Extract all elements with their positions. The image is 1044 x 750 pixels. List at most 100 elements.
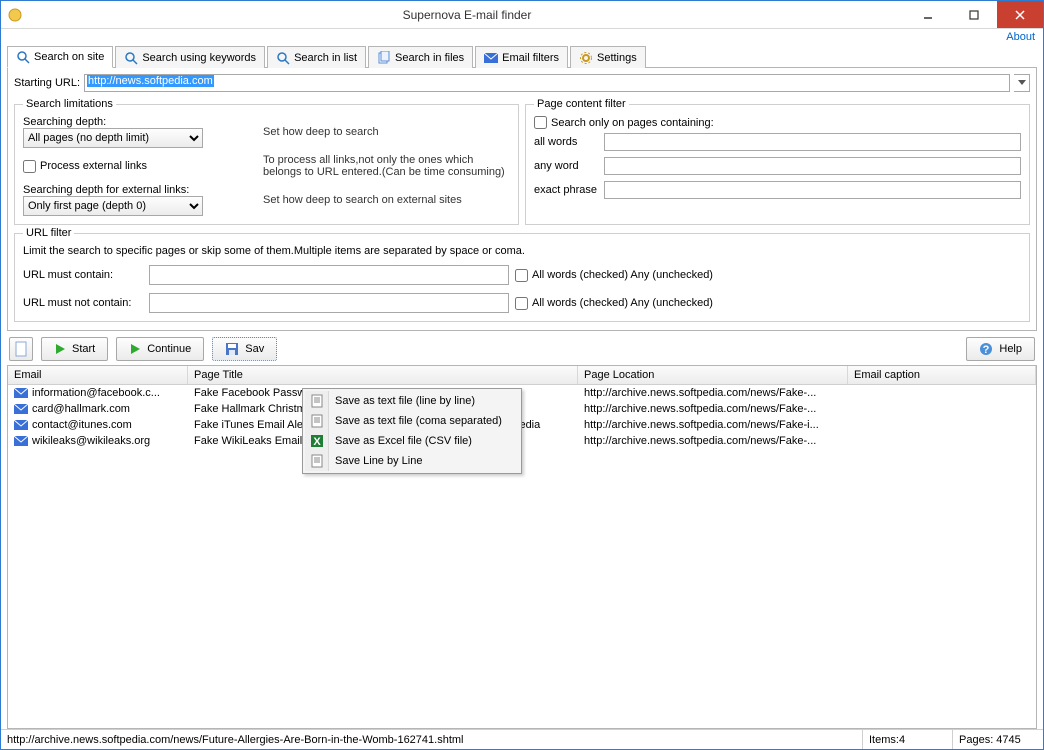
- tab-search-in-files[interactable]: Search in files: [368, 46, 473, 68]
- url-must-not-contain-mode[interactable]: All words (checked) Any (unchecked): [515, 297, 713, 310]
- mail-icon: [14, 436, 28, 446]
- cell-email: contact@itunes.com: [32, 419, 132, 431]
- titlebar: Supernova E-mail finder: [1, 1, 1043, 29]
- all-words-input[interactable]: [604, 133, 1021, 151]
- close-button[interactable]: [997, 1, 1043, 28]
- search-icon: [16, 50, 30, 64]
- column-email[interactable]: Email: [8, 366, 188, 384]
- column-page-title[interactable]: Page Title: [188, 366, 578, 384]
- starting-url-dropdown[interactable]: [1014, 74, 1030, 92]
- table-row[interactable]: wikileaks@wikileaks.orgFake WikiLeaks Em…: [8, 433, 1036, 449]
- url-must-not-contain-label: URL must not contain:: [23, 297, 143, 309]
- tab-label: Email filters: [502, 52, 559, 64]
- svg-text:?: ?: [983, 344, 990, 356]
- all-words-label: all words: [534, 136, 604, 148]
- url-must-not-contain-input[interactable]: [149, 293, 509, 313]
- search-icon: [124, 51, 138, 65]
- save-menu-item-text-comma[interactable]: Save as text file (coma separated): [305, 411, 519, 431]
- url-must-not-contain-mode-input[interactable]: [515, 297, 528, 310]
- external-depth-select[interactable]: Only first page (depth 0): [23, 196, 203, 216]
- continue-button[interactable]: Continue: [116, 337, 204, 361]
- search-limitations-group: Search limitations Searching depth: All …: [14, 98, 519, 225]
- tab-settings[interactable]: Settings: [570, 46, 646, 68]
- tab-label: Settings: [597, 52, 637, 64]
- tab-search-on-site[interactable]: Search on site: [7, 46, 113, 68]
- depth-hint: Set how deep to search: [263, 126, 510, 138]
- tab-label: Search in list: [294, 52, 357, 64]
- exact-phrase-input[interactable]: [604, 181, 1021, 199]
- save-menu-item-text-lines[interactable]: Save as text file (line by line): [305, 391, 519, 411]
- url-filter-desc: Limit the search to specific pages or sk…: [23, 245, 1021, 257]
- mail-icon: [14, 420, 28, 430]
- save-menu-item-excel[interactable]: X Save as Excel file (CSV file): [305, 431, 519, 451]
- play-icon: [54, 343, 66, 355]
- search-icon: [276, 51, 290, 65]
- any-word-input[interactable]: [604, 157, 1021, 175]
- toolbar: Start Continue Sav ? Help: [7, 331, 1037, 365]
- process-external-checkbox[interactable]: Process external links: [23, 160, 243, 173]
- search-only-checkbox[interactable]: Search only on pages containing:: [534, 116, 1021, 129]
- minimize-button[interactable]: [905, 1, 951, 28]
- status-path: http://archive.news.softpedia.com/news/F…: [1, 730, 863, 749]
- cell-email: wikileaks@wikileaks.org: [32, 435, 150, 447]
- save-button[interactable]: Sav: [212, 337, 277, 361]
- depth-label: Searching depth:: [23, 116, 243, 128]
- app-icon: [7, 7, 23, 23]
- search-only-input[interactable]: [534, 116, 547, 129]
- tab-search-in-list[interactable]: Search in list: [267, 46, 366, 68]
- tab-search-keywords[interactable]: Search using keywords: [115, 46, 265, 68]
- table-row[interactable]: information@facebook.c...Fake Facebook P…: [8, 385, 1036, 401]
- cell-location: http://archive.news.softpedia.com/news/F…: [578, 435, 848, 447]
- url-filter-legend: URL filter: [23, 227, 74, 239]
- new-button[interactable]: [9, 337, 33, 361]
- cell-email: card@hallmark.com: [32, 403, 130, 415]
- url-must-contain-mode-input[interactable]: [515, 269, 528, 282]
- cell-email: information@facebook.c...: [32, 387, 160, 399]
- save-menu-item-line-by-line[interactable]: Save Line by Line: [305, 451, 519, 471]
- external-depth-label: Searching depth for external links:: [23, 184, 243, 196]
- maximize-button[interactable]: [951, 1, 997, 28]
- text-file-icon: [309, 413, 325, 429]
- gear-icon: [579, 51, 593, 65]
- search-only-label: Search only on pages containing:: [551, 117, 714, 129]
- status-items: Items:4: [863, 730, 953, 749]
- tab-label: Search using keywords: [142, 52, 256, 64]
- cell-location: http://archive.news.softpedia.com/news/F…: [578, 419, 848, 431]
- mail-icon: [14, 388, 28, 398]
- window-title: Supernova E-mail finder: [29, 8, 905, 22]
- status-bar: http://archive.news.softpedia.com/news/F…: [1, 729, 1043, 749]
- files-icon: [377, 51, 391, 65]
- depth-select[interactable]: All pages (no depth limit): [23, 128, 203, 148]
- column-page-location[interactable]: Page Location: [578, 366, 848, 384]
- tab-panel: Starting URL: http://news.softpedia.com …: [7, 68, 1037, 331]
- status-pages: Pages: 4745: [953, 730, 1043, 749]
- help-icon: ?: [979, 342, 993, 356]
- any-word-label: any word: [534, 160, 604, 172]
- process-external-input[interactable]: [23, 160, 36, 173]
- save-dropdown-menu: Save as text file (line by line) Save as…: [302, 388, 522, 474]
- url-must-contain-input[interactable]: [149, 265, 509, 285]
- url-must-contain-label: URL must contain:: [23, 269, 143, 281]
- process-external-hint: To process all links,not only the ones w…: [263, 154, 510, 178]
- search-limitations-legend: Search limitations: [23, 98, 116, 110]
- excel-icon: X: [309, 433, 325, 449]
- column-email-caption[interactable]: Email caption: [848, 366, 1036, 384]
- about-link[interactable]: About: [1006, 31, 1035, 43]
- document-icon: [14, 341, 28, 357]
- tab-email-filters[interactable]: Email filters: [475, 46, 568, 68]
- tab-strip: Search on site Search using keywords Sea…: [7, 45, 1037, 68]
- help-button[interactable]: ? Help: [966, 337, 1035, 361]
- save-icon: [225, 342, 239, 356]
- table-row[interactable]: card@hallmark.comFake Hallmark Christmas…: [8, 401, 1036, 417]
- url-must-contain-mode[interactable]: All words (checked) Any (unchecked): [515, 269, 713, 282]
- starting-url-input[interactable]: http://news.softpedia.com: [84, 74, 1010, 92]
- starting-url-label: Starting URL:: [14, 77, 80, 89]
- text-file-icon: [309, 453, 325, 469]
- cell-location: http://archive.news.softpedia.com/news/F…: [578, 387, 848, 399]
- url-filter-group: URL filter Limit the search to specific …: [14, 227, 1030, 322]
- exact-phrase-label: exact phrase: [534, 184, 604, 196]
- tab-label: Search on site: [34, 51, 104, 63]
- table-row[interactable]: contact@itunes.comFake iTunes Email Aler…: [8, 417, 1036, 433]
- start-button[interactable]: Start: [41, 337, 108, 361]
- results-list: Email Page Title Page Location Email cap…: [7, 365, 1037, 729]
